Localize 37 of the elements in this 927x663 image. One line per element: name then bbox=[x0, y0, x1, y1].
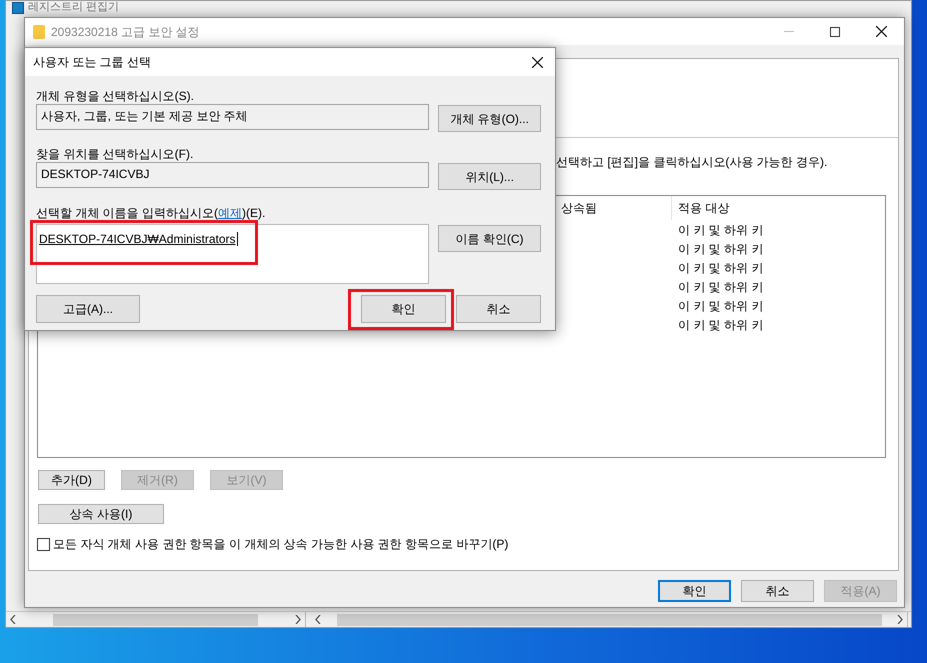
instruction-text: 선택하고 [편집]을 클릭하십시오(사용 가능한 경우). bbox=[556, 154, 828, 170]
window-title: 레지스트리 편집기 bbox=[28, 1, 120, 14]
table-cell-text: 이 키 및 하위 키 bbox=[677, 222, 764, 238]
field-label: 찾을 위치를 선택하십시오(F). bbox=[36, 147, 194, 161]
dialog-button[interactable]: 개체 유형(O)... bbox=[438, 105, 541, 132]
dialog-button[interactable]: 취소 bbox=[741, 580, 814, 602]
advanced-button[interactable]: 고급(A)... bbox=[36, 295, 140, 323]
readonly-field: 사용자, 그룹, 또는 기본 제공 보안 주체 bbox=[36, 104, 430, 130]
checkbox[interactable] bbox=[37, 538, 50, 550]
checkbox-label: 모든 자식 개체 사용 권한 항목을 이 개체의 상속 가능한 사용 권한 항목으로 바꾸기(P) bbox=[53, 537, 508, 551]
table-cell-text: 이 키 및 하위 키 bbox=[677, 260, 764, 276]
dialog-title: 사용자 또는 그룹 선택 bbox=[33, 54, 152, 71]
dialog-button[interactable]: 취소 bbox=[456, 295, 541, 323]
table-cell-text: 이 키 및 하위 키 bbox=[677, 240, 764, 258]
readonly-field: DESKTOP-74ICVBJ bbox=[36, 162, 430, 188]
close-icon bbox=[876, 26, 886, 37]
inherit-button[interactable]: 상속 사용(I) bbox=[38, 504, 164, 524]
field-label: 개체 유형을 선택하십시오(S). bbox=[36, 89, 195, 103]
minimize-icon bbox=[784, 31, 794, 32]
table-cell-text: 이 키 및 하위 키 bbox=[677, 298, 764, 314]
table-cell-text: 이 키 및 하위 키 bbox=[677, 278, 764, 296]
field-label: 선택할 개체 이름을 입력하십시오(예제)(E). bbox=[36, 206, 266, 220]
dialog-button[interactable]: 확인 bbox=[658, 580, 731, 602]
folder-icon bbox=[33, 24, 45, 38]
window-title: 2093230218 고급 보안 설정 bbox=[51, 24, 201, 40]
column-header[interactable]: 적용 대상 bbox=[671, 196, 885, 220]
registry-icon bbox=[12, 2, 24, 14]
dialog-button[interactable]: 확인 bbox=[361, 295, 446, 323]
dialog-button[interactable]: 이름 확인(C) bbox=[438, 225, 541, 252]
table-cell-text: 이 키 및 하위 키 bbox=[677, 316, 764, 334]
action-button[interactable]: 추가(D) bbox=[38, 470, 105, 490]
dialog-button[interactable]: 위치(L)... bbox=[438, 163, 541, 190]
maximize-icon bbox=[830, 26, 840, 36]
close-icon bbox=[532, 56, 542, 68]
names-field[interactable]: DESKTOP-74ICVBJ₩Administrators bbox=[36, 224, 429, 284]
field-value: DESKTOP-74ICVBJ₩Administrators bbox=[39, 232, 238, 246]
example-link[interactable]: 예제 bbox=[218, 206, 242, 220]
